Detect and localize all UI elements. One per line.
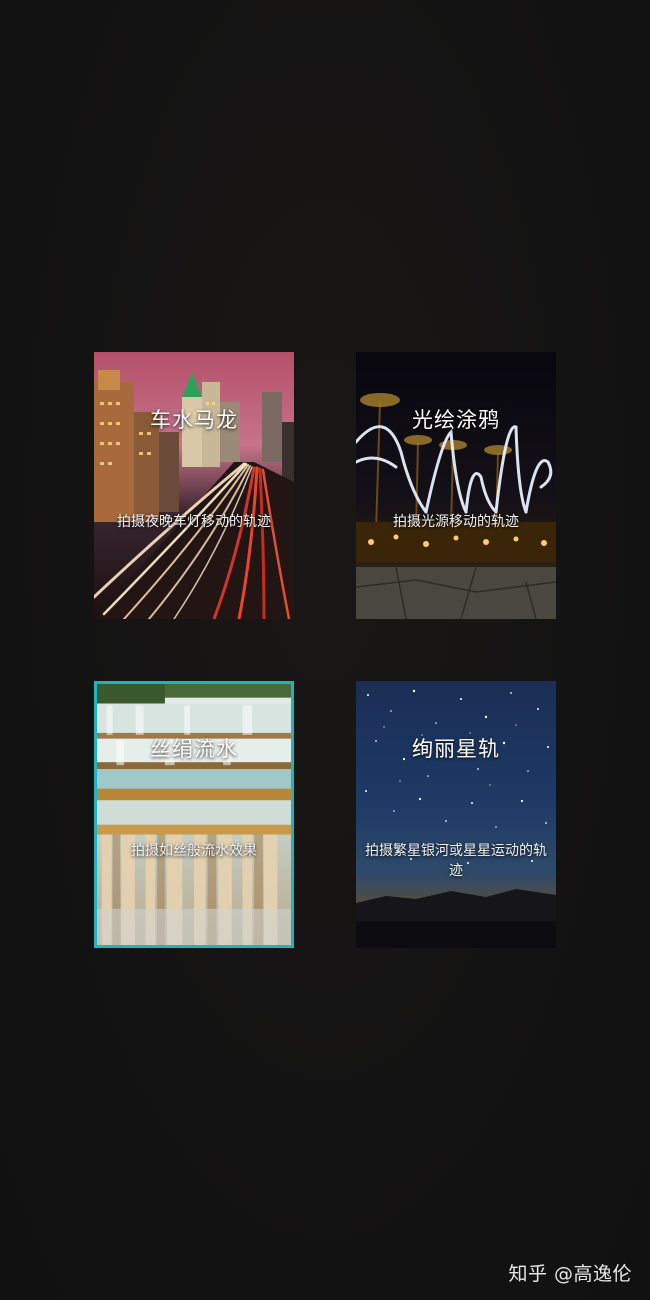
- mode-card-traffic[interactable]: 车水马龙 拍摄夜晚车灯移动的轨迹: [94, 352, 294, 619]
- mode-description: 拍摄繁星银河或星星运动的轨迹: [365, 843, 547, 879]
- mode-title: 车水马龙: [150, 408, 238, 432]
- mode-grid: 车水马龙 拍摄夜晚车灯移动的轨迹 光绘涂鸦 拍摄光源移动的轨迹 丝绢流水 拍摄如…: [0, 0, 650, 1300]
- light-painting-thumbnail: [356, 352, 556, 619]
- traffic-thumbnail: [94, 352, 294, 619]
- mode-card-star-trails[interactable]: 绚丽星轨 拍摄繁星银河或星星运动的轨迹: [356, 681, 556, 948]
- star-trails-thumbnail: [356, 681, 556, 948]
- mode-title: 绚丽星轨: [412, 737, 500, 761]
- silky-water-thumbnail: [97, 684, 291, 945]
- mode-card-light-painting[interactable]: 光绘涂鸦 拍摄光源移动的轨迹: [356, 352, 556, 619]
- mode-card-silky-water[interactable]: 丝绢流水 拍摄如丝般流水效果: [94, 681, 294, 948]
- mode-title: 光绘涂鸦: [412, 408, 500, 432]
- watermark-text: 知乎 @高逸伦: [508, 1263, 632, 1285]
- mode-title: 丝绢流水: [150, 737, 238, 761]
- mode-description: 拍摄夜晚车灯移动的轨迹: [117, 514, 271, 530]
- mode-selection-screen: 车水马龙 拍摄夜晚车灯移动的轨迹 光绘涂鸦 拍摄光源移动的轨迹 丝绢流水 拍摄如…: [0, 0, 650, 1300]
- mode-description: 拍摄光源移动的轨迹: [393, 514, 519, 530]
- mode-description: 拍摄如丝般流水效果: [131, 843, 257, 859]
